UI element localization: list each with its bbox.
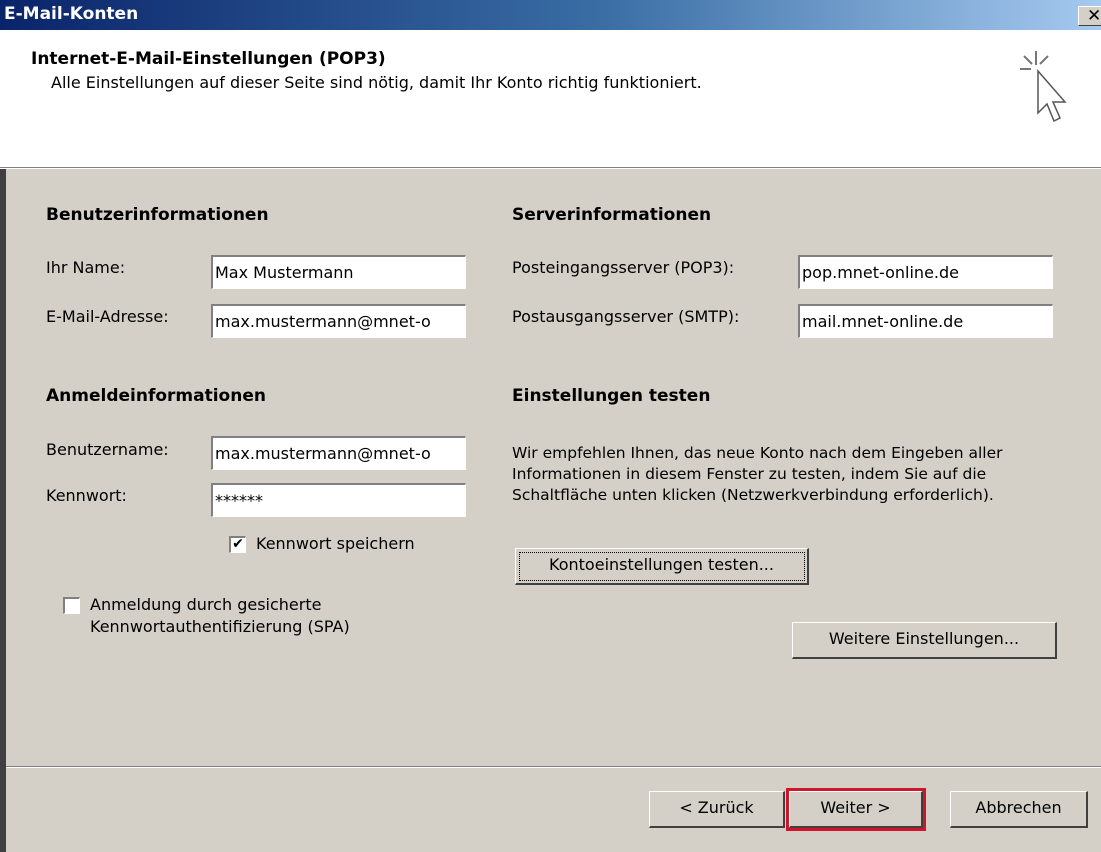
save-password-label: Kennwort speichern — [256, 534, 415, 553]
spa-label-line1: Anmeldung durch gesicherte — [90, 595, 322, 614]
test-account-button[interactable]: Kontoeinstellungen testen... — [515, 548, 809, 585]
email-label: E-Mail-Adresse: — [46, 307, 169, 326]
outgoing-server-field[interactable]: mail.mnet-online.de — [798, 304, 1053, 338]
page-subtitle: Alle Einstellungen auf dieser Seite sind… — [51, 73, 702, 92]
close-button[interactable]: ✕ — [1078, 6, 1101, 26]
save-password-checkbox[interactable]: ✔ — [229, 536, 246, 553]
title-bar: E-Mail-Konten — [0, 0, 1101, 30]
incoming-server-label: Posteingangsserver (POP3): — [512, 258, 735, 277]
close-icon: ✕ — [1087, 6, 1101, 26]
footer-separator — [6, 766, 1101, 768]
name-field[interactable]: Max Mustermann — [211, 255, 466, 289]
test-description: Wir empfehlen Ihnen, das neue Konto nach… — [512, 444, 1003, 504]
password-label: Kennwort: — [46, 486, 127, 505]
cancel-button[interactable]: Abbrechen — [950, 791, 1088, 828]
incoming-server-field[interactable]: pop.mnet-online.de — [798, 255, 1053, 289]
outgoing-server-label: Postausgangsserver (SMTP): — [512, 307, 740, 326]
back-button[interactable]: < Zurück — [649, 791, 785, 828]
window-title: E-Mail-Konten — [4, 4, 139, 24]
spa-label-line2: Kennwortauthentifizierung (SPA) — [90, 617, 350, 636]
name-label: Ihr Name: — [46, 258, 126, 277]
wizard-cursor-icon — [1020, 51, 1067, 123]
username-label: Benutzername: — [46, 440, 169, 459]
login-info-heading: Anmeldeinformationen — [46, 386, 266, 406]
next-button[interactable]: Weiter > — [789, 791, 923, 828]
username-field[interactable]: max.mustermann@mnet-o — [211, 436, 466, 470]
spa-checkbox[interactable] — [63, 597, 80, 614]
page-title: Internet-E-Mail-Einstellungen (POP3) — [31, 49, 386, 69]
test-settings-heading: Einstellungen testen — [512, 386, 711, 406]
user-info-heading: Benutzerinformationen — [46, 205, 269, 225]
server-info-heading: Serverinformationen — [512, 205, 712, 225]
email-field[interactable]: max.mustermann@mnet-o — [211, 304, 466, 338]
more-settings-button[interactable]: Weitere Einstellungen... — [792, 622, 1057, 659]
password-field[interactable]: ****** — [211, 483, 466, 517]
